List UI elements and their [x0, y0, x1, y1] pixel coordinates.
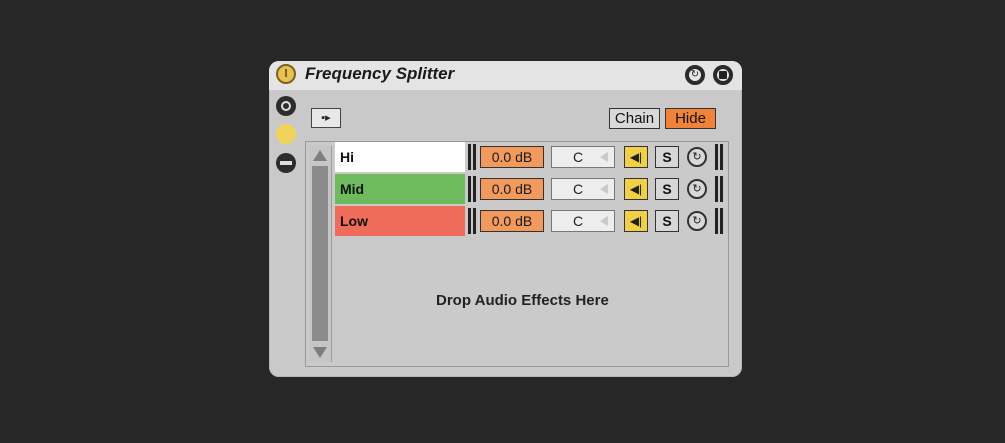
grip-handle[interactable] — [468, 176, 471, 202]
grip-handle[interactable] — [468, 144, 471, 170]
chain-name[interactable]: Low — [335, 206, 465, 236]
pan-field[interactable]: C — [551, 210, 615, 232]
grip-handle[interactable] — [720, 176, 723, 202]
solo-button[interactable]: S — [655, 178, 679, 200]
chain-list-panel: Hi 0.0 dB C ◀| S ↻ Mid 0.0 dB C ◀| S ↻ L… — [305, 141, 729, 367]
chain-view-icon[interactable] — [276, 96, 296, 116]
pan-field[interactable]: C — [551, 146, 615, 168]
grip-handle[interactable] — [720, 144, 723, 170]
pan-indicator-icon — [600, 184, 608, 194]
scroll-thumb[interactable] — [312, 166, 328, 341]
grip-handle[interactable] — [720, 208, 723, 234]
pan-indicator-icon — [600, 216, 608, 226]
grip-handle[interactable] — [473, 176, 476, 202]
volume-field[interactable]: 0.0 dB — [480, 210, 544, 232]
hotswap-icon[interactable]: ↻ — [687, 147, 707, 167]
solo-button[interactable]: S — [655, 210, 679, 232]
device-titlebar: Frequency Splitter ↻ — [269, 61, 742, 90]
scroll-down-icon[interactable] — [313, 347, 327, 358]
chain-scrollbar[interactable] — [309, 146, 332, 362]
solo-button[interactable]: S — [655, 146, 679, 168]
chain-name[interactable]: Mid — [335, 174, 465, 204]
macro-icon[interactable] — [276, 124, 296, 144]
power-icon[interactable] — [276, 64, 296, 84]
save-icon[interactable] — [713, 65, 733, 85]
audio-effect-rack: Frequency Splitter ↻ ▪▸ Chain Hide Hi 0.… — [269, 61, 742, 377]
pan-value: C — [572, 181, 584, 197]
pan-value: C — [572, 149, 584, 165]
chain-row-hi[interactable]: Hi 0.0 dB C ◀| S ↻ — [335, 142, 727, 172]
hotswap-icon[interactable]: ↻ — [687, 179, 707, 199]
chain-row-low[interactable]: Low 0.0 dB C ◀| S ↻ — [335, 206, 727, 236]
scroll-up-icon[interactable] — [313, 150, 327, 161]
device-title: Frequency Splitter — [305, 64, 455, 83]
mixer-icon[interactable] — [276, 153, 296, 173]
speaker-icon[interactable]: ◀| — [624, 178, 648, 200]
route-button[interactable]: ▪▸ — [311, 108, 341, 128]
chain-button[interactable]: Chain — [609, 108, 660, 129]
chain-row-mid[interactable]: Mid 0.0 dB C ◀| S ↻ — [335, 174, 727, 204]
chain-name[interactable]: Hi — [335, 142, 465, 172]
pan-field[interactable]: C — [551, 178, 615, 200]
pan-indicator-icon — [600, 152, 608, 162]
volume-field[interactable]: 0.0 dB — [480, 146, 544, 168]
pan-value: C — [572, 213, 584, 229]
grip-handle[interactable] — [473, 208, 476, 234]
hide-button[interactable]: Hide — [665, 108, 716, 129]
drop-zone-text[interactable]: Drop Audio Effects Here — [436, 292, 609, 309]
grip-handle[interactable] — [715, 208, 718, 234]
grip-handle[interactable] — [715, 176, 718, 202]
save-glyph — [719, 71, 727, 79]
grip-handle[interactable] — [715, 144, 718, 170]
hotswap-icon[interactable]: ↻ — [687, 211, 707, 231]
volume-field[interactable]: 0.0 dB — [480, 178, 544, 200]
grip-handle[interactable] — [473, 144, 476, 170]
grip-handle[interactable] — [468, 208, 471, 234]
speaker-icon[interactable]: ◀| — [624, 146, 648, 168]
speaker-icon[interactable]: ◀| — [624, 210, 648, 232]
hotswap-icon[interactable]: ↻ — [685, 65, 705, 85]
refresh-glyph: ↻ — [690, 69, 700, 80]
